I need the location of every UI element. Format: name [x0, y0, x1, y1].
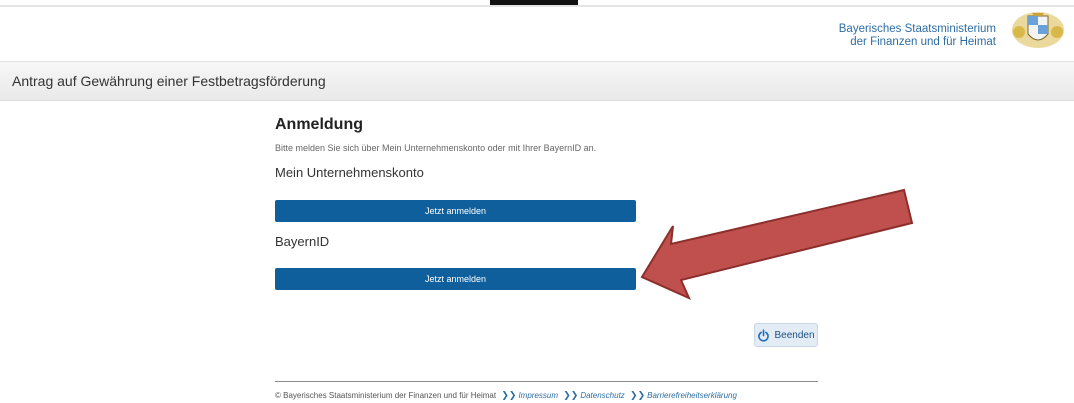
- ministry-name-line1: Bayerisches Staatsministerium: [838, 23, 996, 35]
- unternehmenskonto-login-button[interactable]: Jetzt anmelden: [275, 200, 636, 222]
- power-icon: [758, 328, 770, 342]
- bayernid-login-button[interactable]: Jetzt anmelden: [275, 268, 636, 290]
- page-title: Antrag auf Gewährung einer Festbetragsfö…: [12, 73, 326, 89]
- bayernid-heading: BayernID: [275, 234, 330, 249]
- barrierefreiheit-link[interactable]: Barrierefreiheitserklärung: [647, 391, 737, 400]
- datenschutz-link[interactable]: Datenschutz: [580, 391, 624, 400]
- footer-divider: [275, 381, 818, 382]
- ministry-name-line2: der Finanzen und für Heimat: [850, 36, 996, 48]
- ministry-name: Bayerisches Staatsministerium der Finanz…: [839, 23, 996, 49]
- login-intro-text: Bitte melden Sie sich über Mein Unterneh…: [275, 143, 597, 153]
- footer-copyright: © Bayerisches Staatsministerium der Fina…: [275, 391, 497, 400]
- chevron-right-icon: ❯❯: [630, 390, 646, 400]
- chevron-right-icon: ❯❯: [501, 390, 517, 400]
- top-divider: [0, 5, 1074, 7]
- impressum-link[interactable]: Impressum: [518, 391, 558, 400]
- footer: © Bayerisches Staatsministerium der Fina…: [275, 390, 737, 401]
- beenden-button[interactable]: Beenden: [754, 323, 818, 347]
- beenden-label: Beenden: [774, 329, 815, 341]
- title-bar: Antrag auf Gewährung einer Festbetragsfö…: [0, 61, 1074, 101]
- bavaria-crest-icon: [1012, 12, 1064, 48]
- unternehmenskonto-heading: Mein Unternehmenskonto: [275, 165, 424, 180]
- login-heading: Anmeldung: [275, 116, 363, 133]
- chevron-right-icon: ❯❯: [563, 390, 579, 400]
